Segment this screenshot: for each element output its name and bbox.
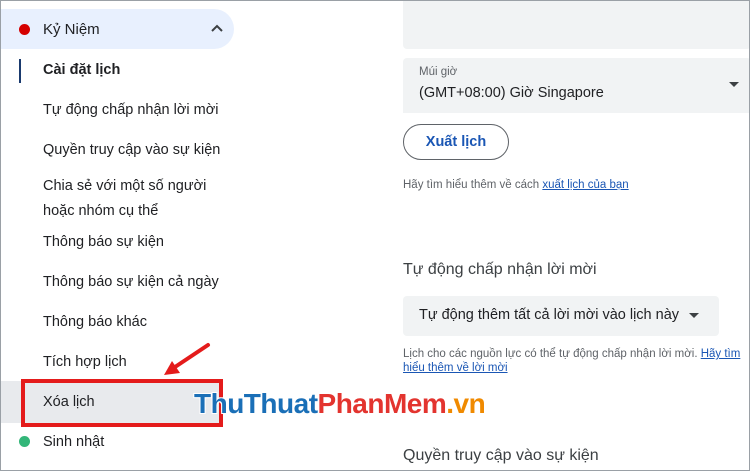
dropdown-caret-icon [689,313,699,318]
calendar-color-dot [19,436,30,447]
auto-accept-select[interactable]: Tự động thêm tất cả lời mời vào lịch này [403,296,719,336]
calendar-color-dot [19,24,30,35]
timezone-label: Múi giờ [419,66,458,78]
description-field[interactable] [403,1,749,49]
sidebar-item-share-with-people[interactable]: Chia sẻ với một số người hoặc nhóm cụ th… [43,176,206,221]
calendar-name: Sinh nhật [43,434,105,450]
sidebar-item-calendar-settings[interactable]: Cài đặt lịch [43,60,120,80]
export-hint: Hãy tìm hiểu thêm về cách xuất lịch của … [403,179,629,191]
red-arrow-annotation [164,343,210,375]
sidebar-item-label-line1: Chia sẻ với một số người [43,178,207,194]
export-help-link[interactable]: xuất lịch của bạn [542,179,628,191]
sidebar-item-auto-accept[interactable]: Tự động chấp nhận lời mời [43,100,218,120]
calendar-header-ky-niem[interactable]: Kỷ Niệm [1,9,234,49]
active-indicator [19,59,21,83]
auto-accept-hint: Lịch cho các nguồn lực có thể tự động ch… [403,348,741,374]
sidebar-item-all-day-notifications[interactable]: Thông báo sự kiện cả ngày [43,272,219,292]
settings-content: Múi giờ (GMT+08:00) Giờ Singapore Xuất l… [381,1,749,470]
timezone-select[interactable]: Múi giờ (GMT+08:00) Giờ Singapore [403,58,749,113]
timezone-value: (GMT+08:00) Giờ Singapore [419,85,604,101]
sidebar-item-integrate-calendar[interactable]: Tích hợp lịch [43,352,127,372]
highlight-box [21,379,223,427]
export-calendar-button[interactable]: Xuất lịch [403,124,509,160]
sidebar-item-label-line2: hoặc nhóm cụ thể [43,203,159,219]
settings-sidebar: Kỷ Niệm Cài đặt lịch Tự động chấp nhận l… [1,1,486,470]
sidebar-item-event-access[interactable]: Quyền truy cập vào sự kiện [43,140,220,160]
settings-window: Kỷ Niệm Cài đặt lịch Tự động chấp nhận l… [0,0,750,471]
dropdown-caret-icon [729,82,739,87]
chevron-up-icon[interactable] [210,22,224,36]
auto-accept-value: Tự động thêm tất cả lời mời vào lịch này [419,307,680,323]
calendar-name: Kỷ Niệm [43,21,100,38]
sidebar-item-other-notifications[interactable]: Thông báo khác [43,312,147,332]
auto-accept-section-title: Tự động chấp nhận lời mời [403,261,597,278]
sidebar-item-event-notifications[interactable]: Thông báo sự kiện [43,232,164,252]
event-access-section-title: Quyền truy cập vào sự kiện [403,447,599,464]
